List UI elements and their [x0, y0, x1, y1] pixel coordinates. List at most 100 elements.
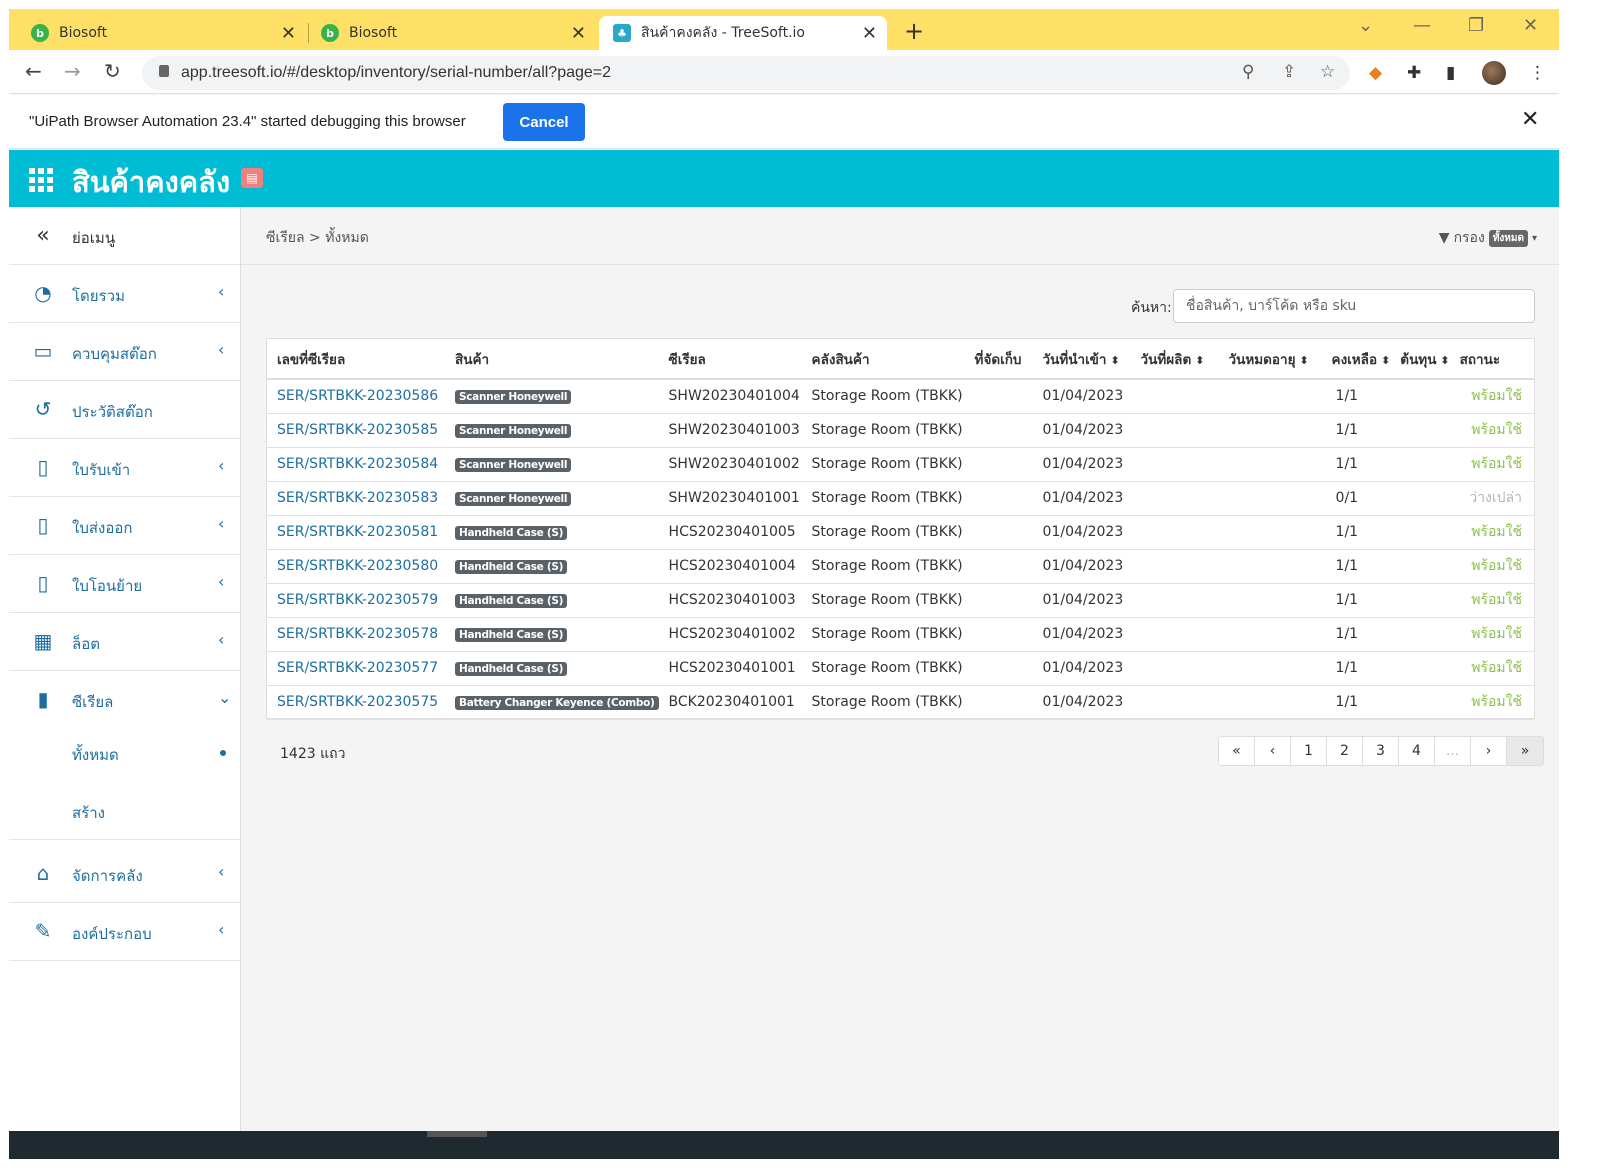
cost-cell-container [1390, 617, 1450, 652]
col-header-location[interactable]: ที่จัดเก็บ [964, 339, 1033, 380]
sidebar-item-lots[interactable]: ▦ ล็อต ‹ [9, 613, 240, 671]
share-icon[interactable]: ⇪ [1282, 62, 1296, 82]
serial-doc-link[interactable]: SER/SRTBKK-20230575 [277, 694, 438, 710]
minimize-icon[interactable]: — [1413, 15, 1431, 36]
location-cell-container [964, 549, 1033, 584]
new-tab-icon[interactable]: + [904, 17, 924, 45]
serial-doc-link[interactable]: SER/SRTBKK-20230580 [277, 558, 438, 574]
col-header-mfg-date[interactable]: วันที่ผลิต ⬍ [1130, 339, 1219, 380]
status-cell-container: พร้อมใช้ [1449, 379, 1534, 414]
reload-icon[interactable]: ↻ [104, 59, 121, 83]
extensions-puzzle-icon[interactable]: ✚ [1407, 63, 1421, 83]
tab-biosoft-2[interactable]: b Biosoft ✕ [321, 16, 596, 50]
main-content: ซีเรียล > ทั้งหมด ▼ กรอง ทั้งหมด ▾ ค้นหา… [241, 207, 1559, 1159]
tab-treesoft[interactable]: ♣ สินค้าคงคลัง - TreeSoft.io ✕ [599, 16, 887, 50]
page-1-button[interactable]: 1 [1291, 737, 1327, 765]
sidebar-item-shipments[interactable]: ▯ ใบส่งออก ‹ [9, 497, 240, 555]
sidebar-item-label: ใบโอนย้าย [72, 577, 143, 595]
table-row[interactable]: SER/SRTBKK-20230585 Scanner Honeywell SHW2… [267, 413, 1534, 448]
serial-doc-link[interactable]: SER/SRTBKK-20230581 [277, 524, 438, 540]
status-cell-container: พร้อมใช้ [1449, 447, 1534, 482]
page-2-button[interactable]: 2 [1327, 737, 1363, 765]
side-panel-icon[interactable]: ▮ [1446, 63, 1455, 83]
status-cell: พร้อมใช้ [1471, 592, 1522, 608]
serial-doc-link[interactable]: SER/SRTBKK-20230578 [277, 626, 438, 642]
sidebar-item-components[interactable]: ✎ องค์ประกอบ ‹ [9, 903, 240, 961]
serial-doc-link[interactable]: SER/SRTBKK-20230583 [277, 490, 438, 506]
bookmark-star-icon[interactable]: ☆ [1320, 62, 1335, 82]
remaining-cell: 1/1 [1335, 558, 1359, 574]
metamask-fox-icon[interactable]: ◆ [1369, 63, 1382, 83]
table-row[interactable]: SER/SRTBKK-20230586 Scanner Honeywell SHW2… [267, 379, 1534, 414]
biosoft-favicon-icon: b [321, 24, 339, 42]
first-page-button[interactable]: « [1219, 737, 1255, 765]
sidebar-subitem-create[interactable]: สร้าง [9, 782, 240, 840]
close-tab-icon[interactable]: ✕ [281, 23, 296, 44]
zoom-icon[interactable]: ⚲ [1242, 62, 1254, 82]
sidebar-item-transfers[interactable]: ▯ ใบโอนย้าย ‹ [9, 555, 240, 613]
serial-doc-link[interactable]: SER/SRTBKK-20230579 [277, 592, 438, 608]
restore-icon[interactable]: ❐ [1468, 15, 1484, 36]
address-bar[interactable]: app.treesoft.io/#/desktop/inventory/seri… [142, 56, 1350, 90]
next-page-button[interactable]: › [1471, 737, 1507, 765]
filter-dropdown[interactable]: ▼ กรอง ทั้งหมด ▾ [1439, 227, 1537, 249]
table-row[interactable]: SER/SRTBKK-20230579 Handheld Case (S) HCS2… [267, 583, 1534, 618]
close-tab-icon[interactable]: ✕ [862, 23, 877, 44]
col-header-serial[interactable]: ซีเรียล [658, 339, 802, 380]
col-header-cost[interactable]: ต้นทุน ⬍ [1390, 339, 1450, 380]
serial-cell-container: HCS20230401005 [658, 515, 802, 550]
sidebar-item-warehouse[interactable]: ⌂ จัดการคลัง ‹ [9, 845, 240, 903]
sidebar-item-serials[interactable]: ▮ ซีเรียล ⌄ [9, 671, 240, 729]
close-infobar-icon[interactable]: ✕ [1521, 107, 1539, 132]
col-header-exp-date[interactable]: วันหมดอายุ ⬍ [1218, 339, 1322, 380]
cancel-debugging-button[interactable]: Cancel [503, 103, 585, 141]
serial-doc-link[interactable]: SER/SRTBKK-20230577 [277, 660, 438, 676]
serial-doc-link[interactable]: SER/SRTBKK-20230585 [277, 422, 438, 438]
last-page-button[interactable]: » [1507, 737, 1543, 765]
page-3-button[interactable]: 3 [1363, 737, 1399, 765]
serial-doc-link[interactable]: SER/SRTBKK-20230584 [277, 456, 438, 472]
cost-cell-container [1390, 583, 1450, 618]
tab-search-chevron-icon[interactable]: ⌄ [1358, 15, 1373, 36]
table-row[interactable]: SER/SRTBKK-20230581 Handheld Case (S) HCS2… [267, 515, 1534, 550]
table-row[interactable]: SER/SRTBKK-20230584 Scanner Honeywell SHW2… [267, 447, 1534, 482]
col-header-remaining[interactable]: คงเหลือ ⬍ [1321, 339, 1391, 380]
sidebar-item-stock-history[interactable]: ↺ ประวัติสต๊อก [9, 381, 240, 439]
sidebar-item-overview[interactable]: ◔ โดยรวม ‹ [9, 265, 240, 323]
tab-biosoft-1[interactable]: b Biosoft ✕ [31, 16, 306, 50]
col-header-import-date[interactable]: วันที่นำเข้า ⬍ [1032, 339, 1131, 380]
table-row[interactable]: SER/SRTBKK-20230575 Battery Changer Keyen… [267, 685, 1534, 720]
col-header-product[interactable]: สินค้า [445, 339, 659, 380]
close-window-icon[interactable]: ✕ [1523, 15, 1538, 36]
back-arrow-icon[interactable]: ← [25, 59, 42, 83]
table-row[interactable]: SER/SRTBKK-20230583 Scanner Honeywell SHW2… [267, 481, 1534, 516]
mfg-date-cell-container [1130, 447, 1219, 482]
sidebar-collapse[interactable]: « ย่อเมนู [9, 207, 240, 265]
sidebar-subitem-all[interactable]: ทั้งหมด [9, 724, 240, 782]
sidebar-item-label: ใบรับเข้า [72, 461, 131, 479]
col-header-doc-number[interactable]: เลขที่ซีเรียล [267, 339, 445, 380]
warehouse-cell: Storage Room (TBKK) [811, 660, 963, 676]
taskbar-item[interactable] [427, 1131, 487, 1137]
sidebar-item-stock-control[interactable]: ▭ ควบคุมสต๊อก ‹ [9, 323, 240, 381]
search-input[interactable] [1173, 289, 1535, 323]
menu-kebab-icon[interactable]: ⋮ [1529, 63, 1546, 83]
funnel-icon: ▼ [1438, 230, 1450, 246]
import-date-cell-container: 01/04/2023 [1032, 481, 1131, 516]
sidebar-item-receipts[interactable]: ▯ ใบรับเข้า ‹ [9, 439, 240, 497]
remaining-cell-container: 1/1 [1321, 617, 1391, 652]
col-header-status[interactable]: สถานะ [1449, 339, 1534, 380]
close-tab-icon[interactable]: ✕ [571, 23, 586, 44]
prev-page-button[interactable]: ‹ [1255, 737, 1291, 765]
forward-arrow-icon[interactable]: → [64, 59, 81, 83]
table-row[interactable]: SER/SRTBKK-20230578 Handheld Case (S) HCS2… [267, 617, 1534, 652]
apps-grid-icon[interactable] [29, 168, 53, 192]
col-header-warehouse[interactable]: คลังสินค้า [801, 339, 965, 380]
table-row[interactable]: SER/SRTBKK-20230577 Handheld Case (S) HCS2… [267, 651, 1534, 686]
page-4-button[interactable]: 4 [1399, 737, 1435, 765]
table-row[interactable]: SER/SRTBKK-20230580 Handheld Case (S) HCS2… [267, 549, 1534, 584]
chevron-left-icon: ‹ [218, 456, 225, 475]
status-cell-container: พร้อมใช้ [1449, 651, 1534, 686]
profile-avatar[interactable] [1482, 61, 1506, 85]
serial-doc-link[interactable]: SER/SRTBKK-20230586 [277, 388, 438, 404]
